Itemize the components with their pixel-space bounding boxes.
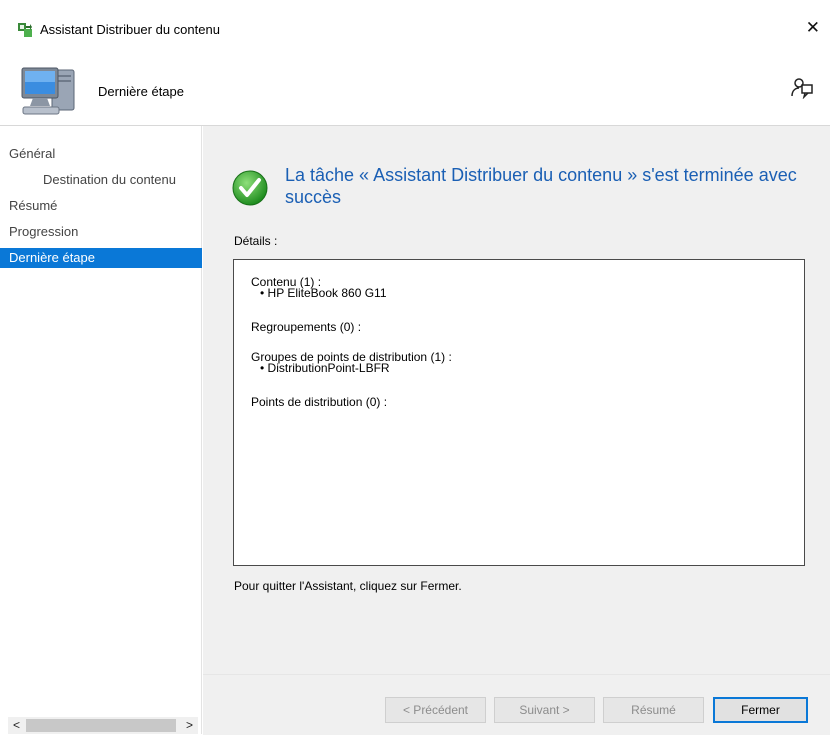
sidebar-horizontal-scrollbar[interactable]: < > [8,717,198,734]
package-distribute-icon [18,23,32,37]
details-content-item: • HP EliteBook 860 G11 [260,286,387,300]
details-content-section: Contenu (1) : • HP EliteBook 860 G11 [251,276,387,300]
title-bar: Assistant Distribuer du contenu ✕ [0,0,830,60]
footer-hint: Pour quitter l'Assistant, cliquez sur Fe… [234,579,462,593]
details-groupings-section: Regroupements (0) : [251,320,362,334]
scroll-right-icon[interactable]: > [181,717,198,734]
sidebar-item-general[interactable]: Général [0,144,202,164]
computer-icon [21,67,75,115]
details-dp-groups-item: • DistributionPoint-LBFR [260,361,390,375]
sidebar-item-content-destination[interactable]: Destination du contenu [0,170,202,190]
scroll-left-icon[interactable]: < [8,717,25,734]
wizard-content: La tâche « Assistant Distribuer du conte… [203,126,830,735]
scrollbar-thumb[interactable] [26,719,176,732]
close-button[interactable]: Fermer [713,697,808,723]
details-dps-title: Points de distribution (0) : [251,395,388,409]
details-dps-section: Points de distribution (0) : [251,395,388,409]
wizard-header: Dernière étape [0,60,830,125]
button-bar: < Précédent Suivant > Résumé Fermer [203,674,830,735]
details-dp-groups-section: Groupes de points de distribution (1) : … [251,351,452,375]
window-title: Assistant Distribuer du contenu [40,22,220,37]
summary-button[interactable]: Résumé [603,697,704,723]
previous-button[interactable]: < Précédent [385,697,486,723]
step-title: Dernière étape [98,84,184,99]
close-icon[interactable]: ✕ [806,18,820,38]
wizard-sidebar: Général Destination du contenu Résumé Pr… [0,126,202,734]
sidebar-item-completion[interactable]: Dernière étape [0,248,202,268]
completion-headline: La tâche « Assistant Distribuer du conte… [285,165,797,207]
next-button[interactable]: Suivant > [494,697,595,723]
sidebar-item-summary[interactable]: Résumé [0,196,202,216]
details-groupings-title: Regroupements (0) : [251,320,362,334]
green-check-icon [232,170,268,206]
help-person-icon[interactable] [790,75,814,99]
details-box: Contenu (1) : • HP EliteBook 860 G11 Reg… [233,259,805,566]
sidebar-item-progress[interactable]: Progression [0,222,202,242]
details-label: Détails : [234,234,278,248]
